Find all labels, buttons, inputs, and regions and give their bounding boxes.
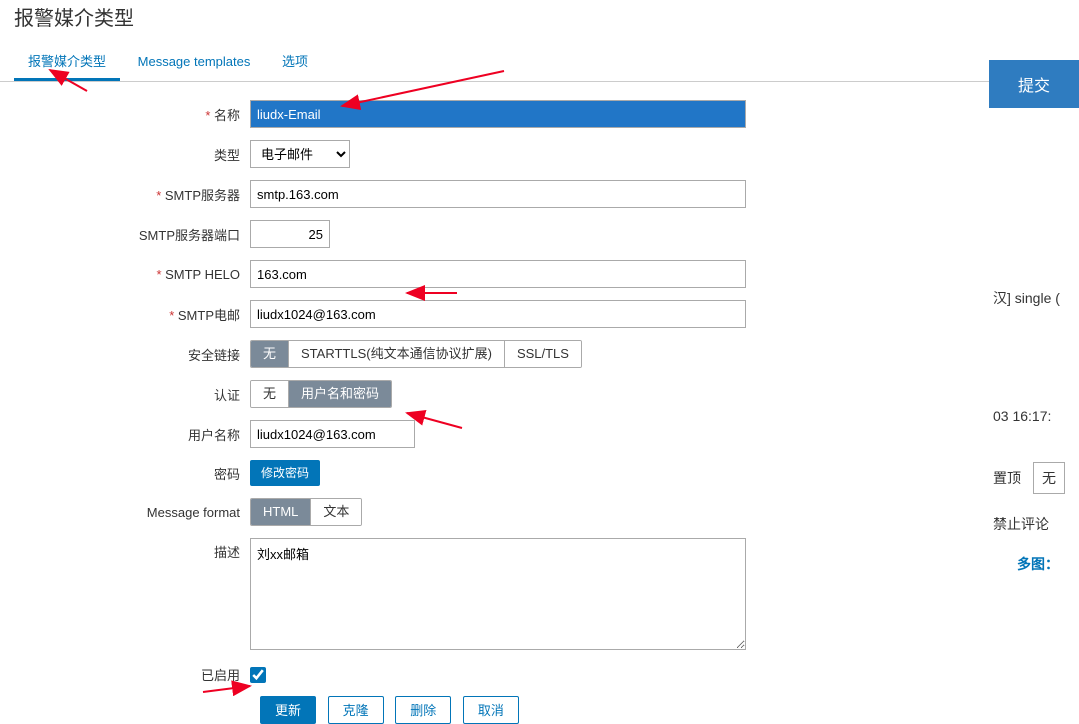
security-none-seg[interactable]: 无 xyxy=(251,341,289,367)
msgfmt-seg-group: HTML 文本 xyxy=(250,498,362,526)
label-auth: 认证 xyxy=(0,385,250,404)
msgfmt-html-seg[interactable]: HTML xyxy=(251,499,311,525)
side-panel: 提交 汉] single ( 03 16:17: 置顶 无 禁止评论 多图： xyxy=(989,60,1079,574)
side-pin-row: 置顶 无 xyxy=(989,462,1079,494)
label-smtp-port: SMTP服务器端口 xyxy=(0,225,250,244)
tab-options[interactable]: 选项 xyxy=(268,43,322,78)
label-security: 安全链接 xyxy=(0,345,250,364)
label-description: 描述 xyxy=(0,538,250,561)
side-single-text: 汉] single ( xyxy=(989,288,1079,308)
label-smtp-email: SMTP电邮 xyxy=(0,305,250,324)
enabled-checkbox[interactable] xyxy=(250,667,266,683)
tab-media-type[interactable]: 报警媒介类型 xyxy=(14,43,120,81)
side-time-text: 03 16:17: xyxy=(989,408,1079,424)
security-starttls-seg[interactable]: STARTTLS(纯文本通信协议扩展) xyxy=(289,341,505,367)
label-name: 名称 xyxy=(0,105,250,124)
label-smtp-server: SMTP服务器 xyxy=(0,185,250,204)
label-password: 密码 xyxy=(0,464,250,483)
msgfmt-text-seg[interactable]: 文本 xyxy=(311,499,361,525)
description-textarea[interactable] xyxy=(250,538,746,650)
auth-seg-group: 无 用户名和密码 xyxy=(250,380,392,408)
label-type: 类型 xyxy=(0,145,250,164)
auth-userpass-seg[interactable]: 用户名和密码 xyxy=(289,381,391,407)
form-content: 名称 类型 电子邮件 SMTP服务器 SMTP服务器端口 SMTP HELO S… xyxy=(0,82,1079,724)
name-input[interactable] xyxy=(250,100,746,128)
side-block-label: 禁止评论 xyxy=(989,514,1079,534)
change-password-button[interactable]: 修改密码 xyxy=(250,460,320,486)
security-ssltls-seg[interactable]: SSL/TLS xyxy=(505,341,581,367)
page-title: 报警媒介类型 xyxy=(0,0,1079,43)
smtp-helo-input[interactable] xyxy=(250,260,746,288)
label-username: 用户名称 xyxy=(0,425,250,444)
side-pin-select[interactable]: 无 xyxy=(1033,462,1065,494)
label-smtp-helo: SMTP HELO xyxy=(0,267,250,282)
smtp-email-input[interactable] xyxy=(250,300,746,328)
smtp-port-input[interactable] xyxy=(250,220,330,248)
label-msg-format: Message format xyxy=(0,505,250,520)
side-pin-label: 置顶 xyxy=(993,468,1021,488)
label-enabled: 已启用 xyxy=(0,665,250,684)
security-seg-group: 无 STARTTLS(纯文本通信协议扩展) SSL/TLS xyxy=(250,340,582,368)
side-multi-label: 多图： xyxy=(989,554,1079,574)
type-select[interactable]: 电子邮件 xyxy=(250,140,350,168)
tab-message-templates[interactable]: Message templates xyxy=(124,46,265,77)
submit-button[interactable]: 提交 xyxy=(989,60,1079,108)
auth-none-seg[interactable]: 无 xyxy=(251,381,289,407)
tabs-bar: 报警媒介类型 Message templates 选项 xyxy=(0,43,1079,82)
smtp-server-input[interactable] xyxy=(250,180,746,208)
username-input[interactable] xyxy=(250,420,415,448)
